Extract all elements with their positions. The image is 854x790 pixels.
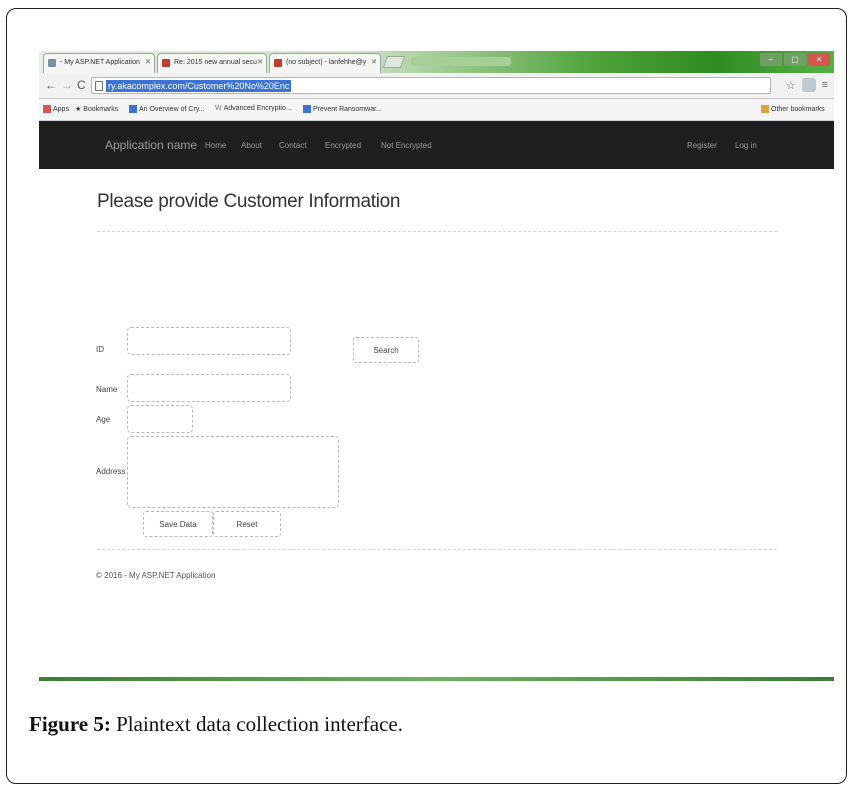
tab-mail-2[interactable]: (no subject) - lanfehhe@y ✕ [269, 53, 381, 73]
back-arrow-icon[interactable]: ← [45, 78, 57, 92]
bookmark-label: Other bookmarks [771, 105, 825, 113]
browser-screenshot: - My ASP.NET Application ✕ Re: 2015 new … [39, 51, 834, 681]
gmail-icon [162, 59, 170, 67]
save-data-button[interactable]: Save Data [143, 511, 213, 537]
folder-icon [761, 105, 769, 113]
address-textarea[interactable] [127, 436, 339, 508]
title-divider [97, 231, 777, 232]
nav-not-encrypted[interactable]: Not Encrypted [381, 141, 432, 150]
close-icon[interactable]: ✕ [257, 58, 263, 66]
star-icon: ★ [75, 106, 82, 113]
bookmark-label: Prevent Ransomwar... [313, 105, 382, 113]
tab-label: Re: 2015 new annual secu [174, 59, 257, 66]
app-navbar: Application name Home About Contact Encr… [39, 121, 834, 169]
new-tab-button[interactable] [382, 56, 406, 68]
bookmark-apps[interactable]: Apps [43, 105, 69, 113]
app-brand[interactable]: Application name [105, 138, 197, 152]
blurred-tab [411, 57, 511, 66]
id-label: ID [96, 345, 104, 354]
tab-mail-1[interactable]: Re: 2015 new annual secu ✕ [157, 53, 267, 73]
toolbar-right: ☆ ≡ [786, 78, 828, 92]
age-label: Age [96, 415, 111, 424]
w-icon: W [215, 105, 222, 112]
gmail-icon [274, 59, 282, 67]
caption-text: Plaintext data collection interface. [110, 712, 403, 736]
nav-login[interactable]: Log in [735, 141, 757, 150]
address-url[interactable]: ry.akacomplex.com/Customer%20No%20Enc [106, 80, 292, 92]
tab-app[interactable]: - My ASP.NET Application ✕ [43, 53, 155, 73]
bookmark-label: Apps [53, 105, 69, 113]
shield-icon [303, 105, 311, 113]
page-content: Please provide Customer Information ID S… [39, 169, 834, 681]
search-button[interactable]: Search [353, 337, 419, 363]
figure-label: Figure 5: [29, 712, 111, 736]
apps-grid-icon [43, 105, 51, 113]
name-input[interactable] [127, 374, 291, 402]
nav-home[interactable]: Home [205, 141, 226, 150]
footer-divider [97, 549, 777, 550]
figure-caption: Figure 5: Plaintext data collection inte… [29, 712, 403, 737]
taskbar-edge [39, 677, 834, 681]
forward-arrow-icon[interactable]: → [61, 78, 73, 92]
bookmark-crypto-overview[interactable]: An Overview of Cry... [129, 105, 205, 113]
close-icon[interactable]: ✕ [145, 58, 151, 66]
age-input[interactable] [127, 405, 193, 433]
bookmark-label: Bookmarks [83, 105, 119, 113]
nav-about[interactable]: About [241, 141, 262, 150]
address-label: Address [96, 467, 126, 476]
star-icon[interactable]: ☆ [786, 79, 796, 92]
page-favicon-icon [48, 59, 56, 67]
bookmark-other[interactable]: Other bookmarks [761, 105, 825, 113]
browser-toolbar: ← → C ry.akacomplex.com/Customer%20No%20… [39, 73, 834, 99]
nav-contact[interactable]: Contact [279, 141, 307, 150]
reload-icon[interactable]: C [77, 78, 86, 92]
bookmark-bookmarks[interactable]: ★ Bookmarks [75, 105, 119, 114]
bookmark-label: An Overview of Cry... [139, 105, 205, 113]
footer-copyright: © 2016 - My ASP.NET Application [96, 571, 216, 580]
page-title: Please provide Customer Information [97, 191, 401, 212]
address-bar[interactable]: ry.akacomplex.com/Customer%20No%20Enc [91, 77, 771, 94]
reset-button[interactable]: Reset [213, 511, 281, 537]
id-input[interactable] [127, 327, 291, 355]
figure-frame: - My ASP.NET Application ✕ Re: 2015 new … [6, 8, 847, 784]
menu-icon[interactable]: ≡ [822, 79, 828, 91]
bookmarks-bar: Apps ★ Bookmarks An Overview of Cry... W… [39, 99, 834, 121]
extension-icon[interactable] [801, 78, 816, 92]
name-label: Name [96, 385, 118, 394]
tab-label: (no subject) - lanfehhe@y [286, 59, 367, 66]
page-icon [95, 81, 103, 91]
bookmark-label: Advanced Encryptio... [223, 105, 292, 112]
close-window-icon[interactable]: ✕ [808, 53, 830, 66]
nav-register[interactable]: Register [687, 141, 717, 150]
close-icon[interactable]: ✕ [371, 58, 377, 66]
bookmark-advanced-encryption[interactable]: W Advanced Encryptio... [215, 105, 292, 112]
page-icon [129, 105, 137, 113]
window-controls: – ▢ ✕ [760, 53, 830, 66]
nav-encrypted[interactable]: Encrypted [325, 141, 361, 150]
tab-label: - My ASP.NET Application [60, 59, 140, 66]
minimize-icon[interactable]: – [760, 53, 782, 66]
bookmark-ransomware[interactable]: Prevent Ransomwar... [303, 105, 382, 113]
tab-strip: - My ASP.NET Application ✕ Re: 2015 new … [39, 51, 834, 73]
maximize-icon[interactable]: ▢ [784, 53, 806, 66]
